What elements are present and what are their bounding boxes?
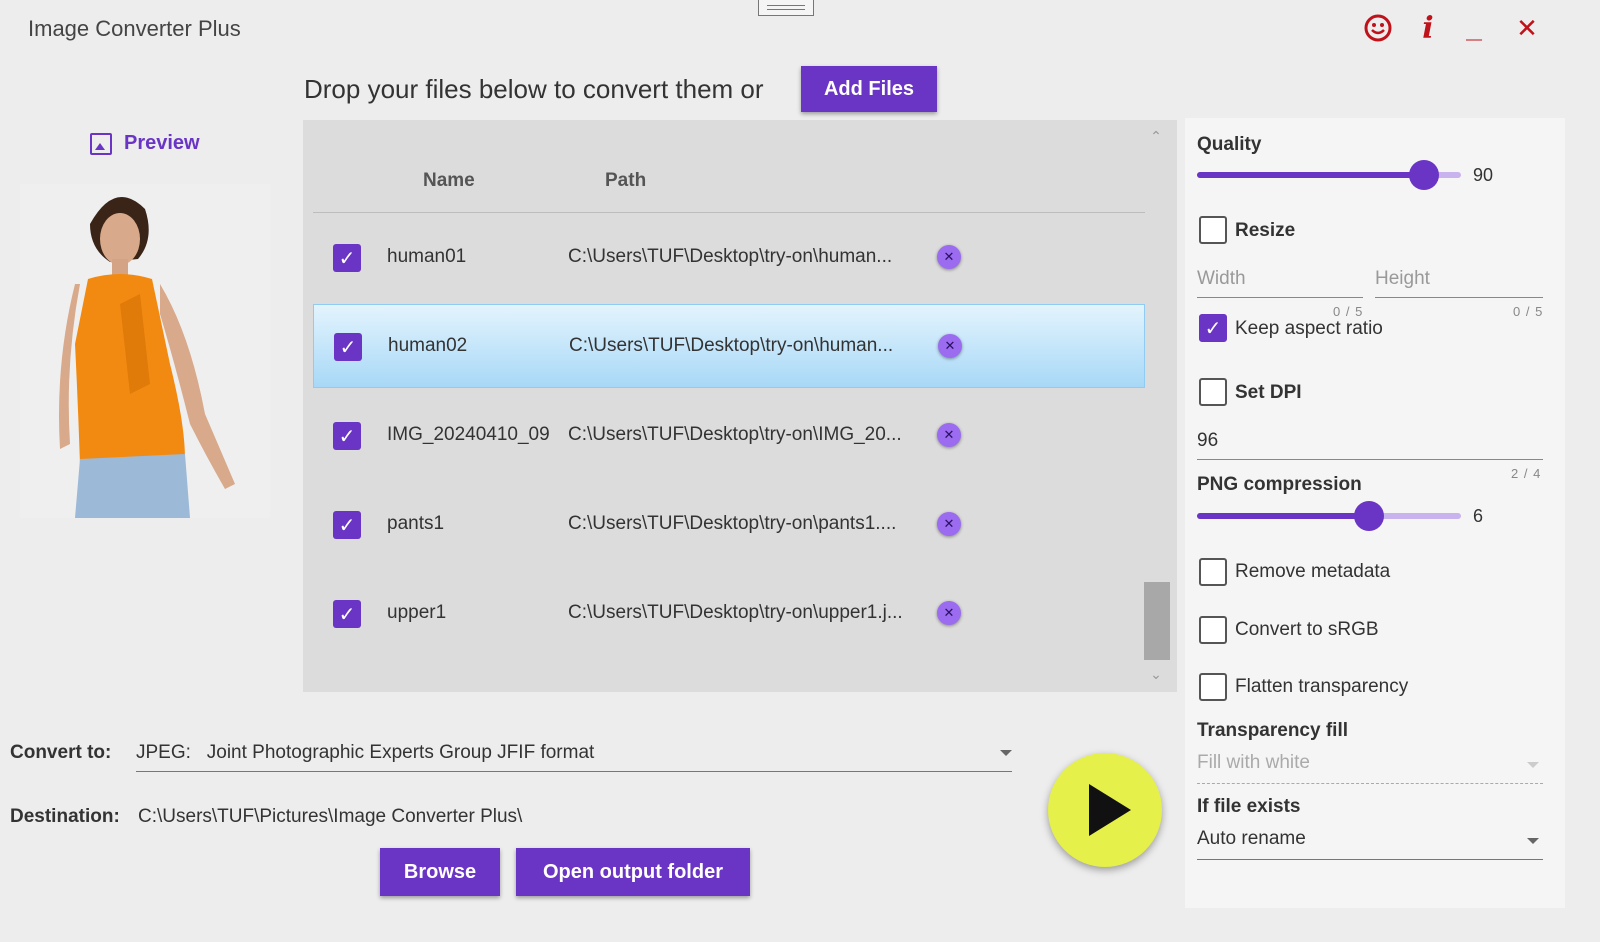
keep-aspect-label: Keep aspect ratio [1235, 318, 1383, 339]
file-name: upper1 [387, 602, 447, 623]
file-row[interactable]: ✓ IMG_20240410_09 C:\Users\TUF\Desktop\t… [313, 394, 1145, 478]
preview-toggle[interactable]: Preview [90, 132, 200, 155]
file-path: C:\Users\TUF\Desktop\try-on\IMG_20... [568, 424, 902, 445]
row-checkbox[interactable]: ✓ [333, 422, 361, 450]
drag-handle[interactable] [758, 0, 814, 16]
png-slider-thumb[interactable] [1353, 501, 1384, 531]
png-compression-label: PNG compression [1197, 474, 1362, 495]
row-checkbox[interactable]: ✓ [333, 244, 361, 272]
file-row[interactable]: ✓ upper1 C:\Users\TUF\Desktop\try-on\upp… [313, 572, 1145, 656]
file-row[interactable]: ✓ human01 C:\Users\TUF\Desktop\try-on\hu… [313, 216, 1145, 300]
feedback-smiley-icon[interactable] [1360, 8, 1396, 48]
chevron-down-icon [1527, 762, 1539, 768]
header-divider [313, 212, 1145, 213]
file-name: human01 [387, 246, 467, 267]
quality-label: Quality [1197, 134, 1262, 155]
if-file-exists-select[interactable]: Auto rename [1197, 826, 1543, 860]
scrollbar-thumb[interactable] [1144, 582, 1170, 660]
chevron-down-icon [1527, 838, 1539, 844]
column-header-name[interactable]: Name [423, 170, 475, 192]
png-slider-fill [1197, 513, 1369, 519]
info-icon[interactable]: i [1414, 8, 1442, 48]
transparency-fill-label: Transparency fill [1197, 720, 1349, 741]
row-checkbox[interactable]: ✓ [333, 600, 361, 628]
keep-aspect-checkbox[interactable]: ✓ [1199, 314, 1227, 342]
remove-metadata-checkbox[interactable] [1199, 558, 1227, 586]
format-select[interactable]: JPEG: Joint Photographic Experts Group J… [136, 736, 1012, 772]
start-conversion-button[interactable] [1048, 753, 1162, 867]
destination-label: Destination: [10, 806, 120, 827]
drop-instruction: Drop your files below to convert them or [304, 74, 764, 104]
row-checkbox[interactable]: ✓ [333, 511, 361, 539]
remove-file-icon[interactable]: ✕ [937, 245, 961, 269]
column-header-path[interactable]: Path [605, 170, 646, 192]
file-name: pants1 [387, 513, 445, 534]
close-icon[interactable]: ✕ [1512, 8, 1542, 48]
destination-path: C:\Users\TUF\Pictures\Image Converter Pl… [138, 806, 523, 827]
set-dpi-checkbox[interactable] [1199, 378, 1227, 406]
flatten-transparency-checkbox[interactable] [1199, 673, 1227, 701]
transparency-fill-select: Fill with white [1197, 750, 1543, 784]
play-icon [1089, 784, 1131, 836]
scroll-down-icon[interactable]: ⌄ [1147, 666, 1165, 683]
file-name: human02 [388, 335, 468, 356]
add-files-button[interactable]: Add Files [801, 66, 937, 112]
remove-file-icon[interactable]: ✕ [937, 423, 961, 447]
set-dpi-label: Set DPI [1235, 382, 1302, 403]
file-row[interactable]: ✓ pants1 C:\Users\TUF\Desktop\try-on\pan… [313, 483, 1145, 567]
remove-file-icon[interactable]: ✕ [938, 334, 962, 358]
resize-label: Resize [1235, 220, 1296, 241]
quality-slider-fill [1197, 172, 1425, 178]
format-name: Joint Photographic Experts Group JFIF fo… [206, 742, 595, 763]
quality-slider-thumb[interactable] [1409, 160, 1440, 190]
png-compression-slider[interactable] [1197, 501, 1461, 531]
width-counter: 0 / 5 [1333, 304, 1364, 319]
remove-file-icon[interactable]: ✕ [937, 601, 961, 625]
quality-slider[interactable] [1197, 160, 1461, 190]
minimize-icon[interactable]: _ [1460, 8, 1488, 48]
remove-file-icon[interactable]: ✕ [937, 512, 961, 536]
file-list-panel[interactable]: Name Path ✓ human01 C:\Users\TUF\Desktop… [303, 120, 1177, 692]
file-name: IMG_20240410_09 [387, 424, 550, 445]
convert-srgb-checkbox[interactable] [1199, 616, 1227, 644]
row-checkbox[interactable]: ✓ [334, 333, 362, 361]
resize-checkbox[interactable] [1199, 216, 1227, 244]
settings-panel: Quality 90 Resize Width 0 / 5 Height 0 /… [1185, 118, 1565, 908]
browse-button[interactable]: Browse [380, 848, 500, 896]
convert-srgb-label: Convert to sRGB [1235, 619, 1379, 640]
file-path: C:\Users\TUF\Desktop\try-on\human... [569, 335, 894, 356]
height-counter: 0 / 5 [1513, 304, 1544, 319]
image-icon [90, 132, 112, 155]
width-field[interactable]: Width [1197, 268, 1363, 298]
format-code: JPEG: [136, 742, 191, 763]
if-file-exists-label: If file exists [1197, 796, 1301, 817]
open-output-folder-button[interactable]: Open output folder [516, 848, 750, 896]
scroll-up-icon[interactable]: ⌃ [1147, 128, 1165, 145]
file-row[interactable]: ✓ human02 C:\Users\TUF\Desktop\try-on\hu… [313, 304, 1145, 388]
flatten-transparency-label: Flatten transparency [1235, 676, 1409, 697]
file-path: C:\Users\TUF\Desktop\try-on\pants1.... [568, 513, 897, 534]
height-field[interactable]: Height [1375, 268, 1543, 298]
remove-metadata-label: Remove metadata [1235, 561, 1391, 582]
app-title: Image Converter Plus [28, 16, 241, 41]
chevron-down-icon [1000, 750, 1012, 756]
dpi-field[interactable]: 96 [1197, 430, 1543, 460]
preview-label: Preview [124, 132, 200, 154]
dpi-counter: 2 / 4 [1511, 466, 1542, 481]
convert-to-label: Convert to: [10, 742, 112, 763]
quality-value: 90 [1473, 165, 1494, 185]
preview-image [20, 184, 270, 518]
png-compression-value: 6 [1473, 506, 1484, 526]
file-path: C:\Users\TUF\Desktop\try-on\upper1.j... [568, 602, 903, 623]
file-path: C:\Users\TUF\Desktop\try-on\human... [568, 246, 893, 267]
